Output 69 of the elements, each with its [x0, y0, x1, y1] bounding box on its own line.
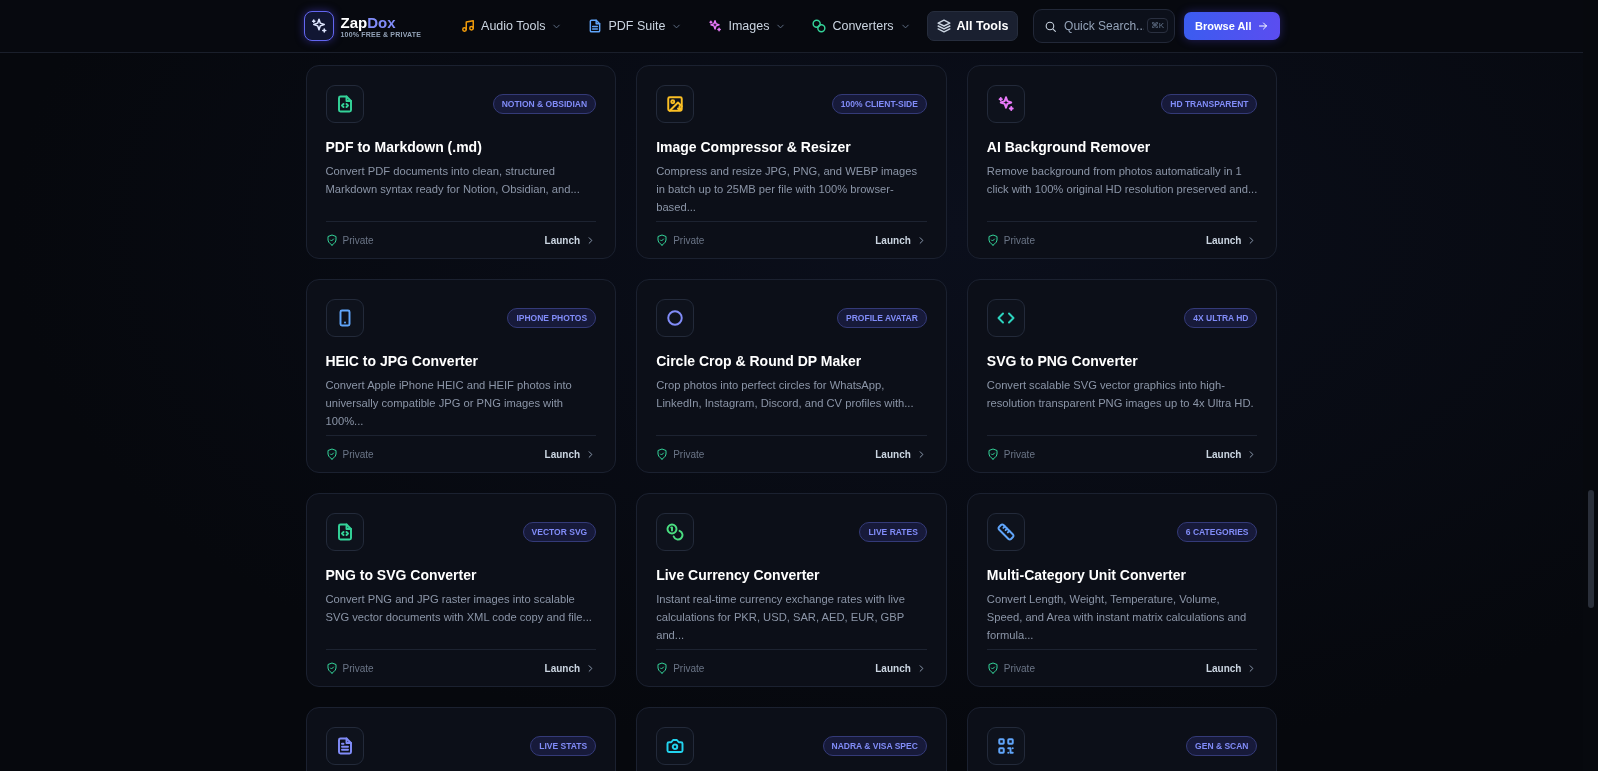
privacy-label: Private — [1003, 662, 1035, 674]
launch-link[interactable]: Launch — [1205, 662, 1258, 674]
launch-link[interactable]: Launch — [875, 662, 927, 674]
shield-check-icon — [986, 234, 999, 246]
tool-title: AI Background Remover — [986, 139, 1152, 155]
tool-tag: NADRA & VISA SPEC — [822, 736, 927, 756]
tool-tag: NOTION & OBSIDIAN — [492, 94, 597, 114]
privacy-label: Private — [1003, 448, 1035, 460]
tool-tag: GEN & SCAN — [1186, 736, 1258, 756]
launch-link[interactable]: Launch — [544, 662, 597, 674]
tool-title: HEIC to JPG Converter — [325, 353, 479, 369]
tool-description: Compress and resize JPG, PNG, and WEBP images in batch up to 25MB per file with 100% browser-based... — [656, 164, 919, 215]
privacy-label: Private — [342, 662, 374, 674]
tool-tag: HD TRANSPARENT — [1161, 94, 1258, 114]
shield-check-icon — [656, 448, 669, 460]
launch-link[interactable]: Launch — [1205, 448, 1258, 460]
tool-title: Image Compressor & Resizer — [656, 139, 852, 155]
tool-title: Multi-Category Unit Converter — [986, 567, 1187, 583]
nav-menu-item[interactable]: PDF Suite — [578, 11, 693, 41]
tool-description: Remove background from photos automatically in 1 click with 100% original HD resolution preserved and... — [986, 164, 1258, 197]
search-icon — [1044, 20, 1058, 33]
tool-tag: 100% CLIENT-SIDE — [831, 94, 927, 114]
tool-tag: 4X ULTRA HD — [1184, 308, 1258, 328]
tool-description: Convert PDF documents into clean, structured Markdown syntax ready for Notion, Obsidian, and... — [325, 164, 581, 197]
privacy-label: Private — [673, 448, 705, 460]
tool-tag: LIVE RATES — [859, 522, 927, 542]
launch-link[interactable]: Launch — [875, 234, 927, 246]
launch-link[interactable]: Launch — [1205, 234, 1258, 246]
tool-description: Convert Apple iPhone HEIC and HEIF photos into universally compatible JPG or PNG images with 100%... — [325, 378, 573, 429]
logo-icon — [303, 11, 334, 41]
tool-title: Live Currency Converter — [656, 567, 821, 583]
nav-menu-item[interactable]: Converters — [802, 11, 921, 41]
privacy-label: Private — [342, 234, 374, 246]
tool-tag: LIVE STATS — [530, 736, 597, 756]
tool-title: Circle Crop & Round DP Maker — [656, 353, 863, 369]
shield-check-icon — [325, 234, 338, 246]
privacy-label: Private — [342, 448, 374, 460]
tool-tag: VECTOR SVG — [522, 522, 597, 542]
privacy-label: Private — [1003, 234, 1035, 246]
tool-description: Convert scalable SVG vector graphics into high-resolution transparent PNG images up to 4x Ultra HD. — [986, 378, 1255, 411]
shortcut-key: ⌘K — [1146, 18, 1169, 33]
arrow-right-icon — [1256, 20, 1269, 32]
tool-description: Crop photos into perfect circles for WhatsApp, LinkedIn, Instagram, Discord, and CV profiles with... — [656, 378, 915, 411]
tool-tag: 6 CATEGORIES — [1176, 522, 1258, 542]
shield-check-icon — [986, 662, 999, 674]
tool-title: SVG to PNG Converter — [986, 353, 1139, 369]
shield-check-icon — [325, 662, 338, 674]
shield-check-icon — [325, 448, 338, 460]
privacy-label: Private — [673, 234, 705, 246]
nav-menu-item[interactable]: Audio Tools — [451, 11, 573, 41]
launch-link[interactable]: Launch — [875, 448, 927, 460]
tool-description: Instant real-time currency exchange rates with live calculations for PKR, USD, SAR, AED, EUR, GBP and... — [656, 592, 906, 643]
nav-menu-item[interactable]: Images — [698, 11, 797, 41]
shield-check-icon — [986, 448, 999, 460]
tool-title: PDF to Markdown (.md) — [325, 139, 483, 155]
tool-description: Convert Length, Weight, Temperature, Volume, Speed, and Area with instant matrix calculations and formula... — [986, 592, 1248, 643]
privacy-label: Private — [673, 662, 705, 674]
scrollbar-thumb[interactable] — [1587, 490, 1594, 608]
shield-check-icon — [656, 234, 669, 246]
tool-tag: PROFILE AVATAR — [837, 308, 927, 328]
launch-link[interactable]: Launch — [544, 448, 597, 460]
tool-tag: IPHONE PHOTOS — [507, 308, 597, 328]
nav-menu-item[interactable]: All Tools — [926, 11, 1019, 41]
logo-name: ZapDox — [340, 14, 396, 31]
tool-description: Convert PNG and JPG raster images into scalable SVG vector documents with XML code copy and file... — [325, 592, 593, 625]
tool-title: PNG to SVG Converter — [325, 567, 478, 583]
shield-check-icon — [656, 662, 669, 674]
browse-all-button[interactable]: Browse All — [1184, 12, 1280, 40]
launch-link[interactable]: Launch — [544, 234, 597, 246]
